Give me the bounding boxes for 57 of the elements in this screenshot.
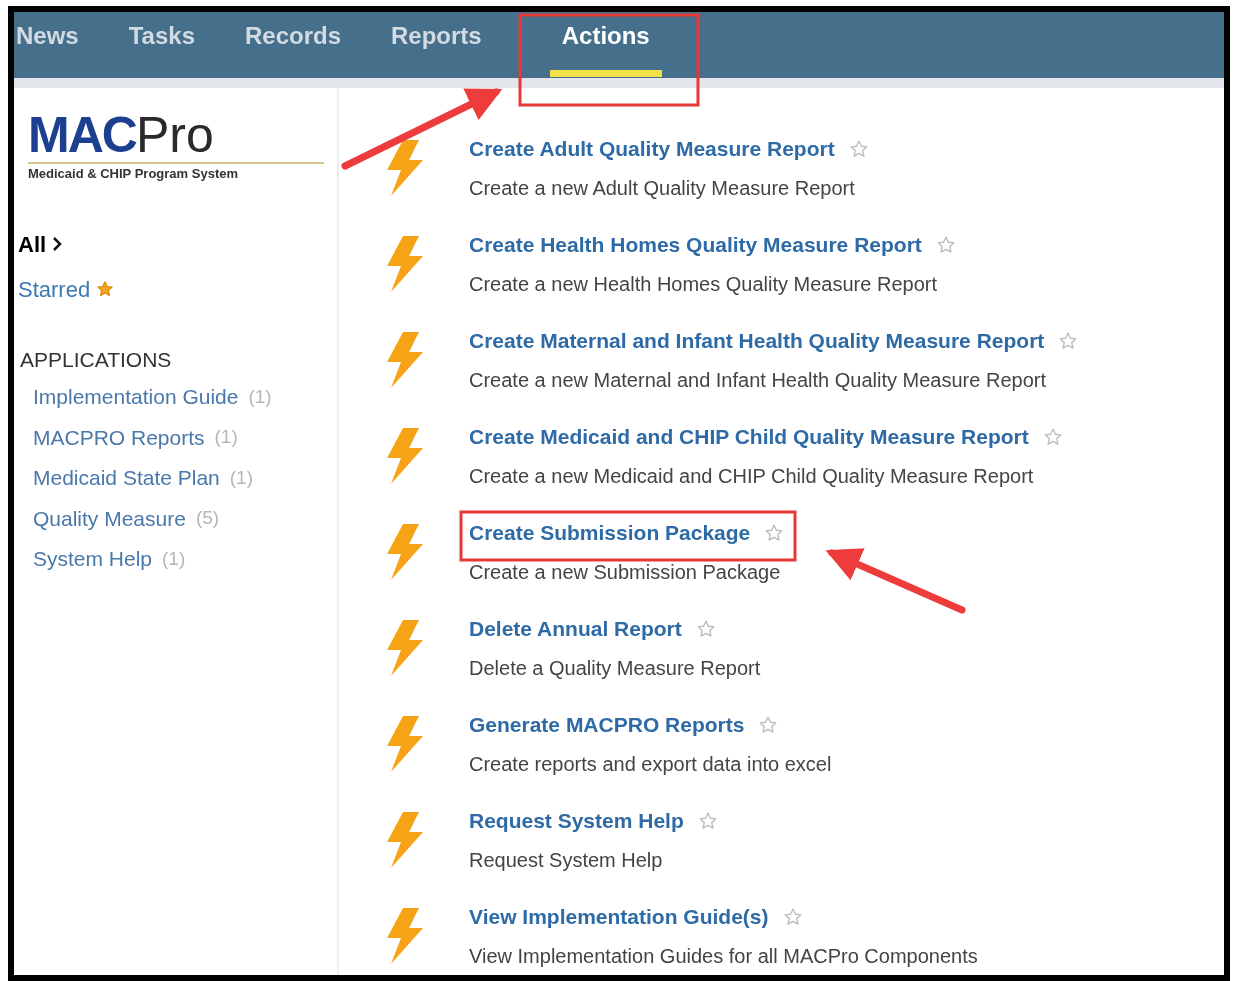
nav-tab[interactable]: Actions [531, 12, 680, 78]
lightning-icon [385, 716, 425, 772]
nav-tab[interactable]: Reports [391, 12, 482, 78]
star-icon[interactable] [697, 811, 718, 831]
action-description: View Implementation Guides for all MACPro Components [469, 943, 978, 969]
action-description: Create a new Submission Package [469, 559, 782, 585]
action-description: Create reports and export data into excel [469, 751, 832, 777]
star-icon[interactable] [782, 907, 803, 927]
lightning-icon [385, 524, 425, 580]
action-description: Create a new Health Homes Quality Measure Report [469, 271, 938, 297]
lightning-icon [385, 140, 425, 196]
star-icon[interactable] [935, 235, 956, 255]
section-heading: APPLICATIONS [20, 346, 173, 373]
lightning-icon [385, 236, 425, 292]
action-description: Create a new Maternal and Infant Health Quality Measure Report [469, 367, 1047, 393]
action-link[interactable]: Create Maternal and Infant Health Quality Measure Report [469, 325, 1045, 357]
lightning-icon [385, 428, 425, 484]
action-description: Create a new Adult Quality Measure Report [469, 175, 856, 201]
action-description: Delete a Quality Measure Report [469, 655, 761, 681]
item-count: (1) [248, 384, 272, 409]
nav-tab[interactable]: Records [245, 12, 342, 78]
action-description: Create a new Medicaid and CHIP Child Quality Measure Report [469, 463, 1035, 489]
star-icon[interactable] [848, 139, 869, 159]
item-count: (1) [214, 425, 238, 449]
application-link[interactable]: Medicaid State Plan [33, 462, 220, 494]
macpro-logo: MACPro Medicaid & CHIP Program System [28, 110, 324, 184]
action-link[interactable]: Create Medicaid and CHIP Child Quality Measure Report [469, 421, 1029, 453]
nav-tab[interactable]: Tasks [128, 12, 195, 78]
action-link[interactable]: View Implementation Guide(s) [469, 901, 769, 933]
action-link[interactable]: Generate MACPRO Reports [469, 709, 745, 741]
application-link[interactable]: MACPRO Reports [33, 421, 205, 453]
star-icon[interactable] [695, 619, 716, 639]
action-description: Request System Help [469, 847, 664, 873]
starred-link[interactable]: Starred [18, 272, 91, 306]
star-icon[interactable] [1042, 427, 1063, 447]
star-icon[interactable] [96, 280, 115, 298]
lightning-icon [385, 620, 425, 676]
nav-tab[interactable]: News [16, 12, 79, 78]
action-link[interactable]: Create Submission Package [469, 517, 751, 549]
lightning-icon [385, 812, 425, 868]
application-link[interactable]: Implementation Guide [33, 381, 239, 413]
application-link[interactable]: Quality Measure [33, 502, 186, 534]
item-count: (1) [162, 546, 186, 571]
all-link[interactable]: All [18, 227, 47, 261]
item-count: (1) [229, 465, 253, 490]
chevron-right-icon [52, 237, 63, 251]
action-link[interactable]: Delete Annual Report [469, 613, 682, 645]
star-icon[interactable] [758, 715, 779, 735]
application-link[interactable]: System Help [33, 543, 153, 575]
action-link[interactable]: Create Health Homes Quality Measure Report [469, 229, 922, 261]
action-link[interactable]: Create Adult Quality Measure Report [469, 133, 835, 165]
item-count: (5) [195, 506, 220, 530]
star-icon[interactable] [764, 523, 785, 543]
star-icon[interactable] [1058, 331, 1079, 351]
lightning-icon [385, 908, 425, 964]
lightning-icon [385, 332, 425, 388]
action-link[interactable]: Request System Help [469, 805, 684, 837]
